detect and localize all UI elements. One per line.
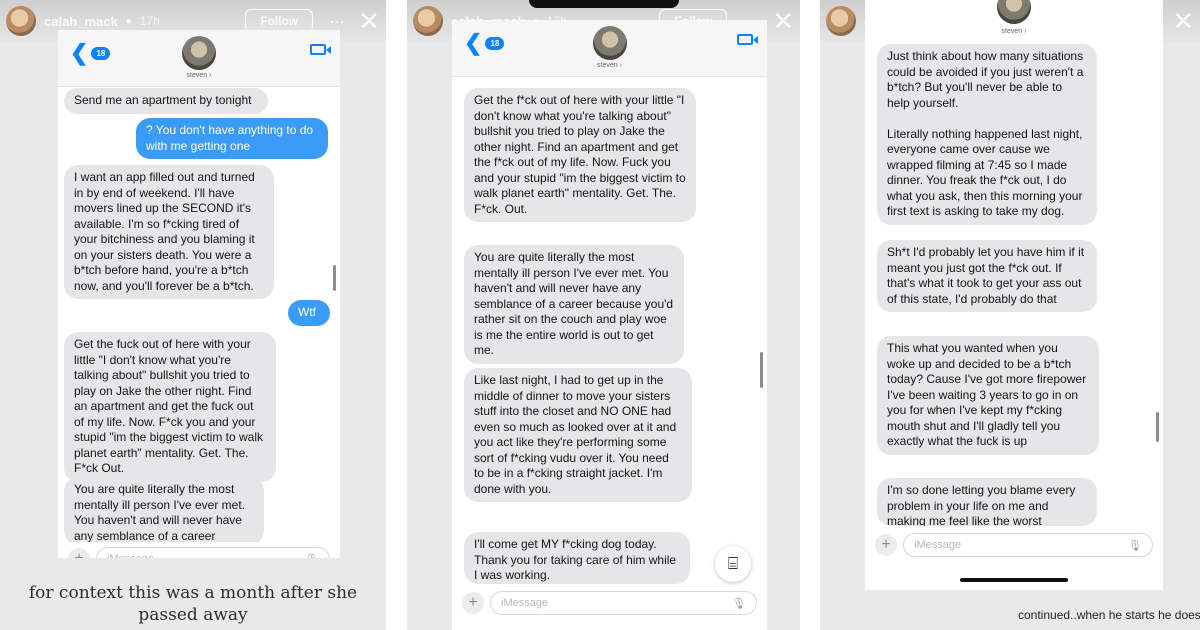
unread-badge: 18 xyxy=(485,36,505,50)
story-avatar[interactable] xyxy=(826,6,856,36)
message-bubble: Send me an apartment by tonight xyxy=(64,88,268,114)
message-bubble: Get the f*ck out of here with your littl… xyxy=(464,88,696,222)
video-camera-icon[interactable] xyxy=(310,44,331,55)
home-indicator xyxy=(960,578,1068,582)
message-input-placeholder: iMessage xyxy=(107,553,154,558)
message-input[interactable]: iMessage 🎙 xyxy=(490,591,757,615)
chevron-left-icon: ❮ xyxy=(70,40,89,65)
scrollbar[interactable] xyxy=(760,352,763,388)
message-bubble: You are quite literally the most mentall… xyxy=(64,477,264,545)
scrollbar[interactable] xyxy=(1156,412,1159,442)
message-screenshot: ❮ 18 steven › Get the f*ck out of here w… xyxy=(452,20,767,630)
close-icon[interactable]: ✕ xyxy=(772,8,794,34)
close-icon[interactable]: ✕ xyxy=(358,8,380,34)
message-input-placeholder: iMessage xyxy=(501,597,549,609)
message-bubble: I'll come get MY f*cking dog today. Than… xyxy=(464,532,690,584)
conversation-header: ❮ 18 steven › xyxy=(452,20,767,77)
message-bubble: Just think about how many situations cou… xyxy=(877,44,1097,225)
contact-name[interactable]: steven › xyxy=(58,72,340,79)
contact-name[interactable]: steven › xyxy=(865,28,1163,35)
contact-avatar[interactable] xyxy=(592,26,627,60)
message-bubble: This what you wanted when you woke up an… xyxy=(877,336,1099,455)
story-panel-1: calah_mack ● 17h Follow ··· ✕ ❮ 18 steve… xyxy=(0,0,386,630)
plus-icon[interactable]: + xyxy=(875,534,897,556)
contact-avatar[interactable] xyxy=(182,36,216,70)
story-time: 17h xyxy=(139,14,160,28)
story-caption: continued..when he starts he doesn't sto… xyxy=(1018,608,1200,622)
message-bubble: Get the fuck out of here with your littl… xyxy=(64,332,276,482)
unread-badge: 18 xyxy=(91,46,111,60)
message-input[interactable]: iMessage 🎙 xyxy=(96,547,330,558)
microphone-icon[interactable]: 🎙 xyxy=(1128,539,1142,552)
video-camera-icon[interactable] xyxy=(737,34,758,45)
verified-icon: ● xyxy=(125,15,132,27)
back-button[interactable]: ❮ 18 xyxy=(70,40,111,66)
message-bubble: ? You don't have anything to do with me … xyxy=(136,118,328,159)
live-text-icon[interactable]: ⌸ xyxy=(715,546,751,582)
message-bubble: Wtf xyxy=(288,300,330,326)
story-username[interactable]: calah_mack xyxy=(44,14,118,29)
message-bubble: I'm so done letting you blame every prob… xyxy=(877,478,1097,526)
message-bubble: Like last night, I had to get up in the … xyxy=(464,368,692,502)
story-panel-3: calah_mack ● 17h Follow ··· ✕ steven › J… xyxy=(820,0,1200,630)
message-screenshot: steven › Just think about how many situa… xyxy=(865,0,1163,590)
plus-icon[interactable]: + xyxy=(462,592,484,614)
story-avatar[interactable] xyxy=(413,6,443,36)
conversation-header: ❮ 18 steven › xyxy=(58,30,340,87)
message-bubble: I want an app filled out and turned in b… xyxy=(64,165,274,299)
story-avatar[interactable] xyxy=(6,6,36,36)
composer: + iMessage 🎙 xyxy=(58,542,340,558)
close-icon[interactable]: ✕ xyxy=(1172,8,1194,34)
contact-name[interactable]: steven › xyxy=(452,62,767,69)
plus-icon[interactable]: + xyxy=(68,548,90,558)
story-panel-2: calah_mack ● 17h Follow ··· ✕ ❮ 18 steve… xyxy=(407,0,800,630)
microphone-icon[interactable]: 🎙 xyxy=(732,597,746,610)
more-dots-icon[interactable]: ··· xyxy=(329,11,345,32)
back-button[interactable]: ❮ 18 xyxy=(464,30,505,56)
composer: + iMessage 🎙 xyxy=(865,528,1163,562)
message-input[interactable]: iMessage 🎙 xyxy=(903,533,1153,557)
message-screenshot: ❮ 18 steven › Send me an apartment by to… xyxy=(58,30,340,558)
story-caption: for context this was a month after she p… xyxy=(28,583,358,625)
contact-avatar[interactable] xyxy=(997,0,1031,24)
message-input-placeholder: iMessage xyxy=(914,539,962,551)
composer: + iMessage 🎙 xyxy=(452,586,767,620)
microphone-icon[interactable]: 🎙 xyxy=(305,553,319,559)
message-bubble: Sh*t I'd probably let you have him if it… xyxy=(877,240,1097,312)
phone-notch xyxy=(528,0,679,8)
chevron-left-icon: ❮ xyxy=(464,30,483,55)
scrollbar[interactable] xyxy=(333,265,336,291)
message-bubble: You are quite literally the most mentall… xyxy=(464,245,684,364)
